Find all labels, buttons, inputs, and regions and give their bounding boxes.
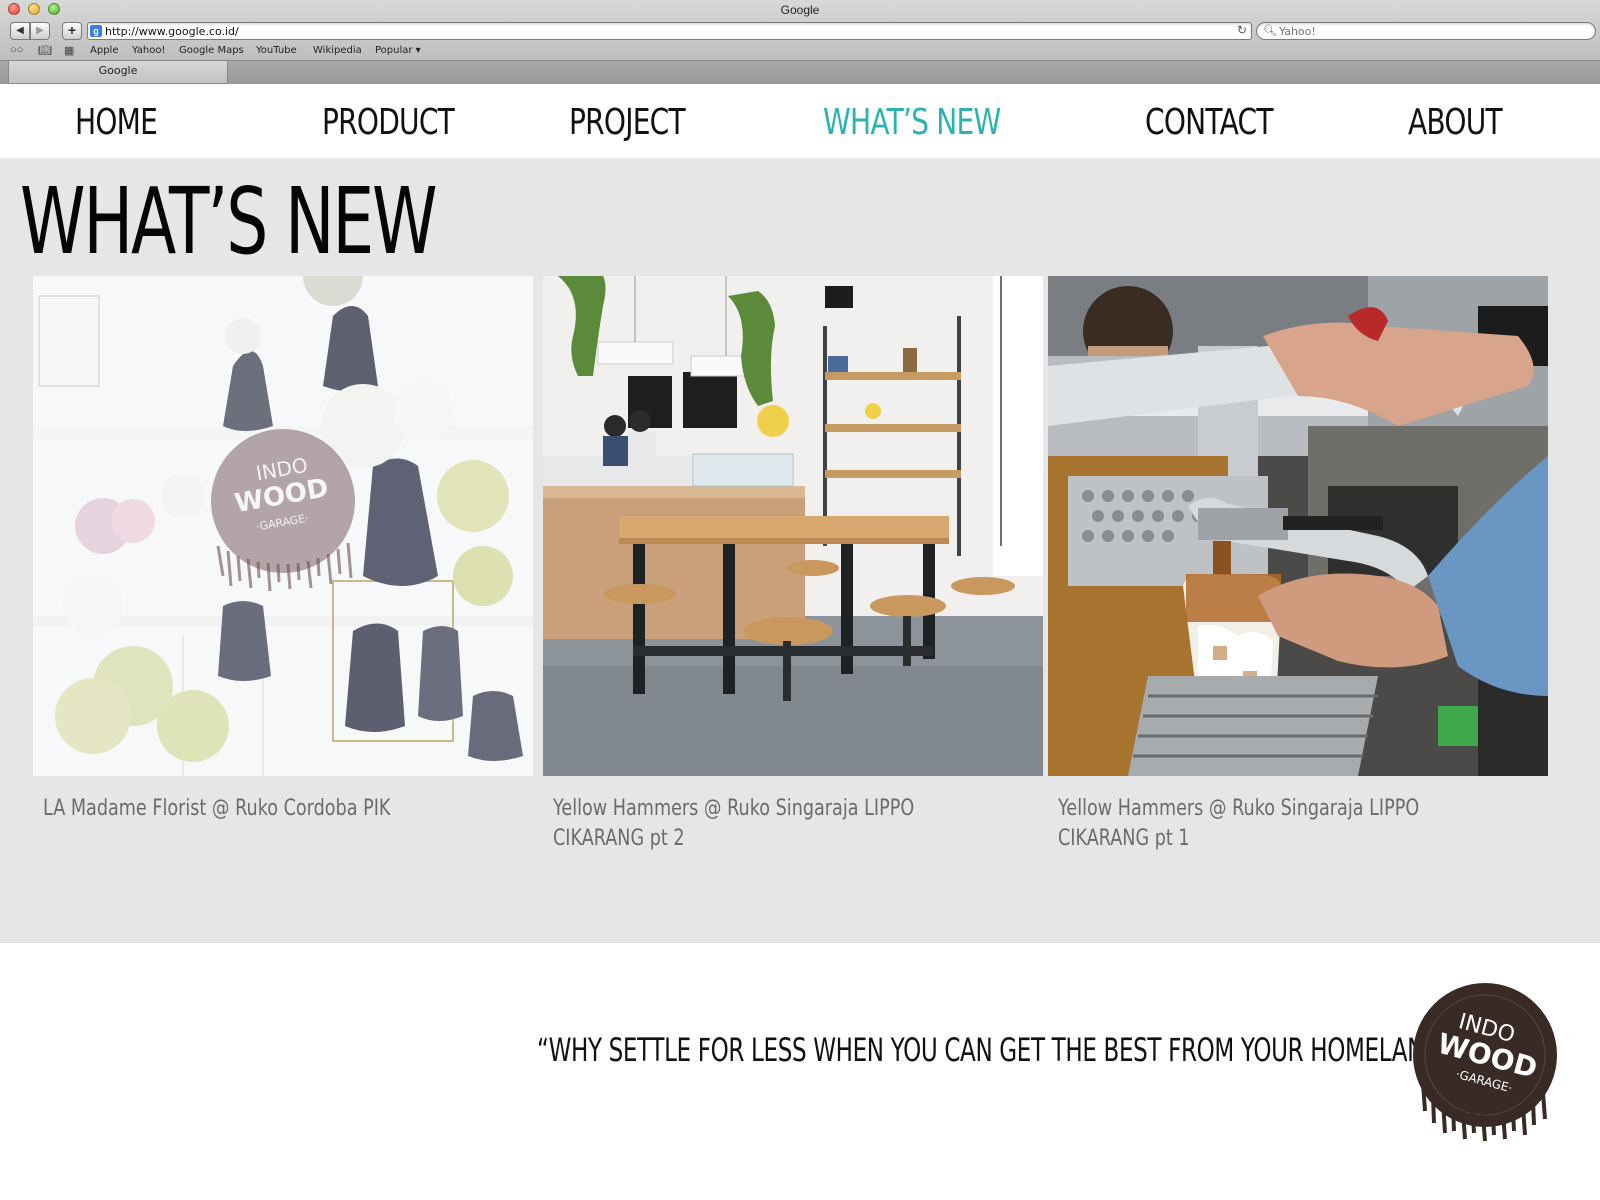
bookmarks-bar: ○○ 📖︎ ▦ Apple Yahoo! Google Maps YouTube… bbox=[0, 42, 1600, 60]
search-bar[interactable]: 🔍︎ bbox=[1256, 22, 1596, 40]
plus-icon: + bbox=[67, 22, 77, 38]
bookmark-popular-menu[interactable]: Popular ▾ bbox=[375, 45, 421, 56]
tab-bar: Google bbox=[0, 60, 1600, 84]
nav-whats-new[interactable]: WHAT’S NEW bbox=[823, 102, 1001, 143]
back-button[interactable]: ◀ bbox=[10, 22, 30, 40]
window-title: Google bbox=[780, 3, 820, 17]
top-sites-grid-icon[interactable]: ▦ bbox=[64, 44, 74, 57]
main-nav: HOME PRODUCT PROJECT WHAT’S NEW CONTACT … bbox=[0, 84, 1600, 158]
title-bar: Google bbox=[0, 0, 1600, 20]
forward-arrow-icon: ▶ bbox=[36, 25, 44, 36]
bookmark-youtube[interactable]: YouTube bbox=[256, 45, 297, 56]
espresso-machine-photo[interactable] bbox=[1048, 276, 1548, 776]
browser-chrome: Google ◀ ▶ + g http://www.google.co.id/ … bbox=[0, 0, 1600, 84]
reading-list-icon[interactable]: ○○ bbox=[10, 44, 23, 56]
nav-home[interactable]: HOME bbox=[75, 102, 158, 143]
indo-wood-garage-logo[interactable]: INDO WOOD ·GARAGE· bbox=[1405, 983, 1565, 1143]
back-arrow-icon: ◀ bbox=[16, 25, 24, 36]
add-bookmark-button[interactable]: + bbox=[62, 22, 82, 40]
browser-toolbar: ◀ ▶ + g http://www.google.co.id/ ↻ 🔍︎ bbox=[0, 20, 1600, 42]
address-bar[interactable]: g http://www.google.co.id/ ↻ bbox=[87, 22, 1252, 40]
logo-badge-icon: INDO WOOD ·GARAGE· bbox=[1413, 983, 1557, 1142]
card-caption[interactable]: Yellow Hammers @ Ruko Singaraja LIPPO CI… bbox=[553, 794, 1001, 854]
reload-icon[interactable]: ↻ bbox=[1237, 23, 1247, 37]
tab-google[interactable]: Google bbox=[8, 61, 228, 84]
florist-interior-photo[interactable]: INDO WOOD ·GARAGE· bbox=[33, 276, 533, 776]
google-favicon-icon: g bbox=[90, 25, 102, 37]
url-text[interactable]: http://www.google.co.id/ bbox=[105, 25, 239, 38]
footer-tagline: “WHY SETTLE FOR LESS WHEN YOU CAN GET TH… bbox=[537, 1031, 1453, 1069]
page-title: WHAT’S NEW bbox=[20, 168, 438, 275]
nav-product[interactable]: PRODUCT bbox=[322, 102, 455, 143]
nav-about[interactable]: ABOUT bbox=[1408, 102, 1503, 143]
website: HOME PRODUCT PROJECT WHAT’S NEW CONTACT … bbox=[0, 84, 1600, 1200]
card-caption[interactable]: Yellow Hammers @ Ruko Singaraja LIPPO CI… bbox=[1058, 794, 1506, 854]
card-caption[interactable]: LA Madame Florist @ Ruko Cordoba PIK bbox=[43, 794, 491, 824]
footer: “WHY SETTLE FOR LESS WHEN YOU CAN GET TH… bbox=[0, 943, 1600, 1200]
search-input[interactable] bbox=[1279, 24, 1579, 38]
bookmark-apple[interactable]: Apple bbox=[90, 45, 118, 56]
nav-contact[interactable]: CONTACT bbox=[1145, 102, 1273, 143]
nav-project[interactable]: PROJECT bbox=[569, 102, 686, 143]
bookmark-yahoo[interactable]: Yahoo! bbox=[132, 45, 165, 56]
bookmarks-book-icon[interactable]: 📖︎ bbox=[38, 44, 52, 57]
cafe-interior-photo[interactable] bbox=[543, 276, 1043, 776]
bookmark-wikipedia[interactable]: Wikipedia bbox=[313, 45, 362, 56]
whats-new-section: WHAT’S NEW INDO WOOD ·GARAGE· LA Madame … bbox=[0, 158, 1600, 943]
search-icon: 🔍︎ bbox=[1263, 25, 1277, 37]
bookmark-google-maps[interactable]: Google Maps bbox=[179, 45, 244, 56]
forward-button[interactable]: ▶ bbox=[30, 22, 50, 40]
